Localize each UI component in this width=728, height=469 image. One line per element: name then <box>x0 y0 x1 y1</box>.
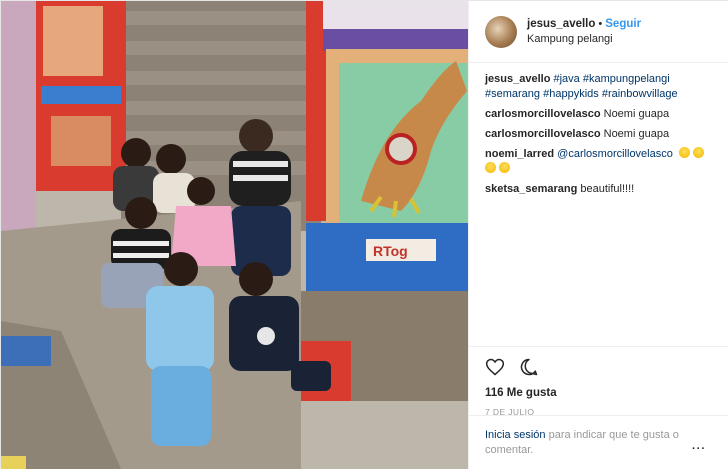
comment-text: Noemi guapa <box>603 108 670 120</box>
photo-illustration: RTog <box>1 1 468 469</box>
smile-emoji-icon <box>485 162 496 173</box>
comment-username[interactable]: noemi_larred <box>485 148 554 160</box>
comment-username[interactable]: sketsa_semarang <box>485 183 577 195</box>
hashtag-rainbowvillage[interactable]: #rainbowvillage <box>602 88 678 100</box>
comment-item: carlosmorcillovelasco Noemi guapa <box>485 107 713 122</box>
comment-username[interactable]: carlosmorcillovelasco <box>485 128 601 140</box>
smile-emoji-icon <box>499 162 510 173</box>
more-options-icon[interactable]: ··· <box>692 442 706 457</box>
header-text: jesus_avello • Seguir Kampung pelangi <box>527 17 641 47</box>
heart-icon[interactable] <box>485 357 505 377</box>
photo-sign-text: RTog <box>373 243 408 259</box>
login-prompt: Inicia sesión para indicar que te gusta … <box>469 415 728 469</box>
comment-item: sketsa_semarang beautiful!!!! <box>485 182 713 197</box>
caption-username[interactable]: jesus_avello <box>485 73 550 85</box>
comment-item: noemi_larred @carlosmorcillovelasco <box>485 147 713 177</box>
instagram-post-frame: RTog jesus_avello • Seguir Kampung pelan… <box>0 0 728 469</box>
hashtag-kampungpelangi[interactable]: #kampungpelangi <box>583 73 670 85</box>
post-header: jesus_avello • Seguir Kampung pelangi <box>469 1 728 63</box>
avatar[interactable] <box>485 15 517 48</box>
post-side-panel: jesus_avello • Seguir Kampung pelangi jesu… <box>468 1 728 469</box>
comment-bubble-icon[interactable] <box>519 357 539 377</box>
post-photo[interactable]: RTog <box>1 1 468 469</box>
smile-emoji-icon <box>692 147 704 158</box>
location-link[interactable]: Kampung pelangi <box>527 32 641 47</box>
comment-text: beautiful!!!! <box>580 183 635 195</box>
comment-username[interactable]: carlosmorcillovelasco <box>485 108 601 120</box>
comments-list: jesus_avello #java #kampungpelangi #sema… <box>469 63 728 348</box>
post-actions: 116 Me gusta 7 DE JULIO <box>469 346 728 417</box>
header-separator: • <box>598 17 603 30</box>
caption: jesus_avello #java #kampungpelangi #sema… <box>485 72 713 102</box>
follow-button[interactable]: Seguir <box>605 18 641 30</box>
comment-mention[interactable]: @carlosmorcillovelasco <box>557 148 673 160</box>
hashtag-semarang[interactable]: #semarang <box>485 88 540 100</box>
hashtag-happykids[interactable]: #happykids <box>543 88 599 100</box>
comment-text: Noemi guapa <box>603 128 670 140</box>
smile-emoji-icon <box>678 147 690 158</box>
login-link[interactable]: Inicia sesión <box>485 429 546 441</box>
header-username[interactable]: jesus_avello <box>527 18 595 30</box>
likes-count[interactable]: 116 Me gusta <box>485 387 714 399</box>
hashtag-java[interactable]: #java <box>554 73 580 85</box>
comment-item: carlosmorcillovelasco Noemi guapa <box>485 127 713 142</box>
action-icons <box>485 355 714 379</box>
